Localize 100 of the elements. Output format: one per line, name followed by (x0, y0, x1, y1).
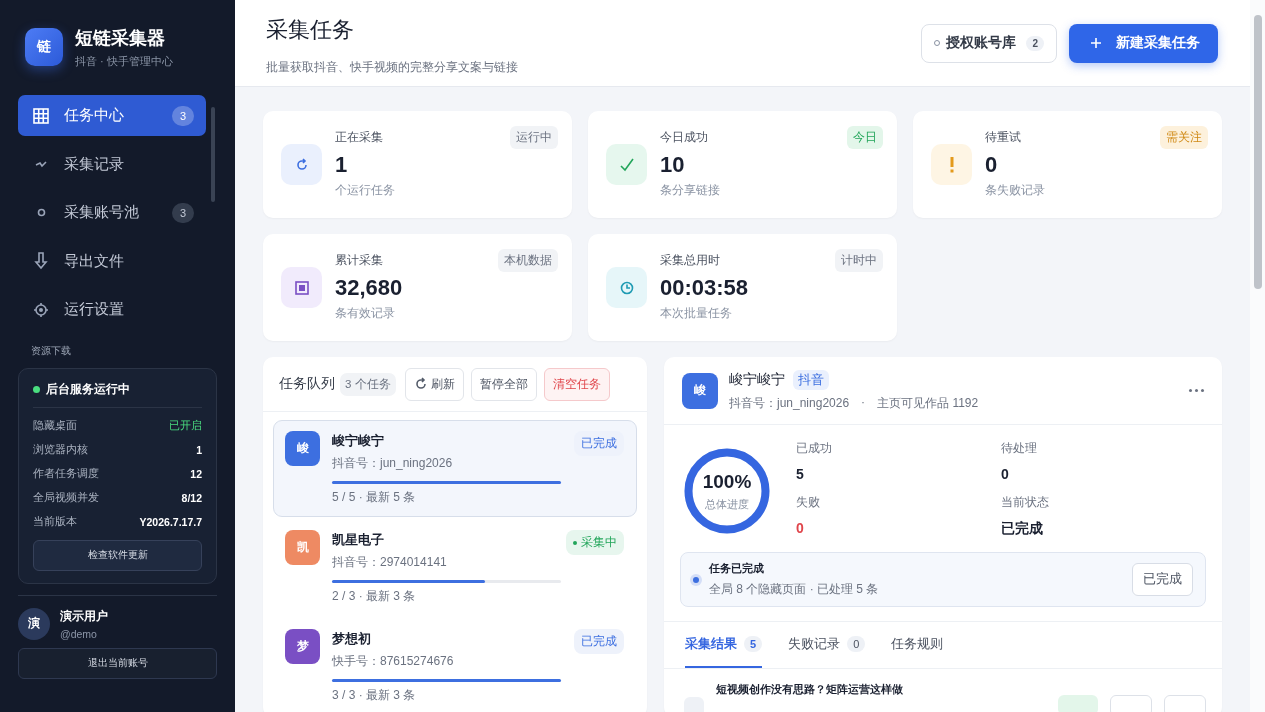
metric-value: 5 (796, 466, 805, 482)
task-item[interactable]: 峻 峻宁峻宁 抖音号：jun_ning2026 5 / 5 · 最新 5 条 已完成 (273, 420, 637, 517)
task-progress-text: 3 / 3 · 最新 3 条 (332, 687, 417, 704)
update-button[interactable]: 检查软件更新 (33, 539, 202, 571)
done-button[interactable]: 已完成 (1132, 563, 1193, 596)
nav-item[interactable]: 运行设置 (18, 289, 206, 330)
status-tag: 计时中 (835, 249, 883, 272)
new-task-button[interactable]: 新建采集任务 (1069, 23, 1218, 63)
task-account: 抖音号：jun_ning2026 (332, 455, 454, 472)
metric-value: 0 (796, 520, 805, 536)
clear-button[interactable]: 清空任务 (543, 367, 610, 401)
stat-value: 00:03:58 (660, 275, 750, 301)
pulse-icon (35, 160, 47, 168)
metric-label: 待处理 (1001, 440, 1038, 457)
result-button[interactable] (1164, 695, 1206, 712)
refresh-icon (294, 157, 309, 172)
task-avatar: 峻 (285, 431, 320, 466)
stat-value: 10 (660, 152, 686, 178)
refresh-button[interactable]: 刷新 (404, 367, 464, 401)
more-icon[interactable] (1189, 389, 1204, 392)
nav-item[interactable]: 采集记录 (18, 143, 206, 185)
status-dot (573, 540, 577, 545)
stat-unit: 本次批量任务 (660, 305, 733, 322)
page-title: 采集任务 (266, 15, 355, 44)
metric-value: 0 (1001, 466, 1010, 482)
metric-label: 已成功 (796, 440, 833, 457)
stat-value: 32,680 (335, 275, 404, 301)
status-tag: 本机数据 (498, 249, 558, 272)
task-avatar: 梦 (285, 629, 320, 664)
status-tag: 需关注 (1160, 126, 1208, 149)
tab[interactable]: 采集结果 5 (685, 622, 763, 668)
metric-value: 已完成 (1001, 520, 1044, 538)
task-name: 梦想初 (332, 631, 372, 648)
app-logo: 链 (25, 28, 63, 66)
service-title: 后台服务运行中 (46, 380, 130, 398)
result-button[interactable] (1110, 695, 1152, 712)
notice-title: 任务已完成 (709, 561, 765, 576)
task-item[interactable]: 梦 梦想初 快手号：87615274676 3 / 3 · 最新 3 条 已完成 (273, 618, 637, 712)
info-label: 当前版本 (33, 514, 77, 529)
plus-icon (1090, 37, 1102, 49)
status-tag: 采集中 (566, 530, 624, 555)
refresh-icon (413, 377, 428, 391)
scrollbar[interactable] (1250, 0, 1265, 712)
ring-label: 总体进度 (705, 496, 749, 512)
tab[interactable]: 任务规则 (891, 622, 944, 668)
check-icon (618, 156, 635, 173)
exclamation-icon (949, 156, 954, 173)
status-tag: 已完成 (574, 629, 624, 654)
info-value: Y2026.7.17.7 (139, 515, 202, 528)
stat-label: 正在采集 (335, 129, 384, 146)
task-item[interactable]: 凯 凯星电子 抖音号：2974014141 2 / 3 · 最新 3 条 采集中 (273, 519, 637, 616)
info-value: 已开启 (169, 418, 202, 433)
status-dot (693, 576, 699, 583)
result-title: 短视频创作没有思路？矩阵运营这样做 (716, 683, 904, 697)
scrollbar[interactable] (211, 107, 215, 202)
stat-label: 今日成功 (660, 129, 709, 146)
square-icon (294, 280, 309, 295)
status-tag: 已完成 (574, 431, 624, 456)
metric-label: 失败 (796, 494, 821, 511)
result-tag (1058, 695, 1098, 712)
count-badge: 3 (172, 105, 194, 126)
task-count: 3 个任务 (340, 372, 396, 396)
clock-icon (619, 280, 634, 295)
stat-label: 待重试 (985, 129, 1022, 146)
section-label: 资源下载 (30, 343, 72, 358)
status-tag: 运行中 (510, 126, 558, 149)
count-badge: 3 (172, 202, 194, 223)
stat-unit: 条分享链接 (660, 182, 721, 199)
stat-unit: 条有效记录 (335, 305, 396, 322)
task-progress-text: 5 / 5 · 最新 5 条 (332, 489, 417, 506)
nav-item[interactable]: 采集账号池 3 (18, 192, 206, 233)
ring-value: 100% (702, 470, 752, 493)
account-id: 抖音号：jun_ning2026 (729, 394, 850, 412)
stat-label: 采集总用时 (660, 252, 721, 269)
logout-button[interactable]: 退出当前账号 (18, 647, 217, 679)
nav-item[interactable]: 任务中心 3 (18, 95, 206, 136)
account-name: 峻宁峻宁 (729, 370, 785, 389)
page-subtitle: 批量获取抖音、快手视频的完整分享文案与链接 (266, 58, 519, 76)
platform-tag: 抖音 (793, 369, 829, 390)
pause-button[interactable]: 暂停全部 (470, 367, 537, 401)
info-label: 隐藏桌面 (33, 418, 77, 433)
dot-icon (36, 208, 46, 217)
account-avatar: 峻 (682, 372, 718, 409)
settings-icon (33, 301, 49, 318)
works-count: 主页可见作品 1192 (877, 394, 979, 412)
panel-title: 任务队列 (279, 375, 335, 393)
tab[interactable]: 失败记录 0 (788, 622, 866, 668)
task-account: 快手号：87615274676 (332, 653, 455, 670)
app-subtitle: 抖音 · 快手管理中心 (75, 53, 173, 69)
accounts-button[interactable]: 授权账号库 2 (921, 23, 1057, 63)
nav-item[interactable]: 导出文件 (18, 240, 206, 282)
grid-icon (33, 107, 49, 124)
task-account: 抖音号：2974014141 (332, 554, 448, 571)
info-label: 作者任务调度 (33, 466, 99, 481)
stat-unit: 个运行任务 (335, 182, 396, 199)
info-value: 12 (190, 467, 202, 480)
separator: · (861, 394, 866, 411)
metric-label: 当前状态 (1001, 494, 1050, 511)
task-name: 凯星电子 (332, 532, 385, 549)
task-avatar: 凯 (285, 530, 320, 565)
